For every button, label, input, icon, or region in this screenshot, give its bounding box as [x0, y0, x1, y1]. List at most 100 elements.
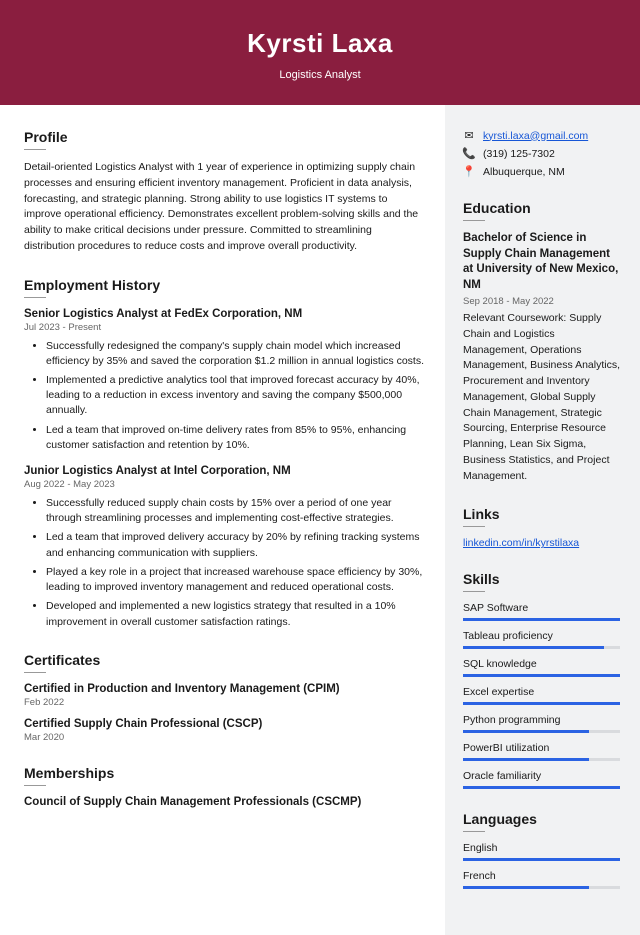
certificate-title: Certified in Production and Inventory Ma… [24, 683, 425, 695]
contact-email-row: ✉ kyrsti.laxa@gmail.com [463, 129, 620, 142]
skill-bar-fill [463, 702, 620, 705]
education-text: Relevant Coursework: Supply Chain and Lo… [463, 311, 620, 484]
language-bar-fill [463, 886, 589, 889]
links-heading: Links [463, 506, 620, 522]
person-title: Logistics Analyst [0, 69, 640, 81]
skill-bar [463, 618, 620, 621]
certificate-entry: Certified Supply Chain Professional (CSC… [24, 718, 425, 743]
resume-body: Profile Detail-oriented Logistics Analys… [0, 105, 640, 935]
bullet: Developed and implemented a new logistic… [46, 599, 425, 629]
skill-entry: Tableau proficiency [463, 630, 620, 649]
envelope-icon: ✉ [463, 129, 475, 142]
education-section: Education Bachelor of Science in Supply … [463, 200, 620, 484]
language-entry: French [463, 870, 620, 889]
contact-email-link[interactable]: kyrsti.laxa@gmail.com [483, 130, 588, 142]
phone-icon: 📞 [463, 147, 475, 160]
language-name: French [463, 870, 620, 882]
language-name: English [463, 842, 620, 854]
membership-entry: Council of Supply Chain Management Profe… [24, 796, 425, 808]
bullet: Led a team that improved on-time deliver… [46, 423, 425, 453]
sidebar-column: ✉ kyrsti.laxa@gmail.com 📞 (319) 125-7302… [445, 105, 640, 935]
skill-entry: SAP Software [463, 602, 620, 621]
linkedin-link[interactable]: linkedin.com/in/kyrstilaxa [463, 537, 579, 549]
bullet: Successfully redesigned the company's su… [46, 339, 425, 369]
skill-bar [463, 730, 620, 733]
certificate-date: Feb 2022 [24, 697, 425, 708]
skill-bar [463, 646, 620, 649]
section-rule [463, 591, 485, 592]
main-column: Profile Detail-oriented Logistics Analys… [0, 105, 445, 935]
language-bar [463, 858, 620, 861]
skill-entry: Python programming [463, 714, 620, 733]
job-bullets: Successfully redesigned the company's su… [24, 339, 425, 454]
skill-bar [463, 786, 620, 789]
profile-heading: Profile [24, 129, 425, 145]
bullet: Implemented a predictive analytics tool … [46, 373, 425, 419]
certificates-heading: Certificates [24, 652, 425, 668]
link-entry: linkedin.com/in/kyrstilaxa [463, 537, 620, 549]
language-bar-fill [463, 858, 620, 861]
bullet: Successfully reduced supply chain costs … [46, 496, 425, 526]
skill-name: SAP Software [463, 602, 620, 614]
education-heading: Education [463, 200, 620, 216]
section-rule [463, 220, 485, 221]
job-date: Aug 2022 - May 2023 [24, 479, 425, 490]
section-rule [24, 672, 46, 673]
job-entry: Junior Logistics Analyst at Intel Corpor… [24, 465, 425, 630]
skill-entry: Excel expertise [463, 686, 620, 705]
skill-entry: SQL knowledge [463, 658, 620, 677]
language-bar [463, 886, 620, 889]
skill-bar [463, 758, 620, 761]
profile-section: Profile Detail-oriented Logistics Analys… [24, 129, 425, 255]
skill-name: Tableau proficiency [463, 630, 620, 642]
job-bullets: Successfully reduced supply chain costs … [24, 496, 425, 630]
section-rule [24, 297, 46, 298]
education-date: Sep 2018 - May 2022 [463, 296, 620, 307]
skill-bar [463, 702, 620, 705]
section-rule [24, 149, 46, 150]
pin-icon: 📍 [463, 165, 475, 178]
skill-bar-fill [463, 786, 620, 789]
education-degree: Bachelor of Science in Supply Chain Mana… [463, 231, 620, 293]
job-entry: Senior Logistics Analyst at FedEx Corpor… [24, 308, 425, 454]
certificate-entry: Certified in Production and Inventory Ma… [24, 683, 425, 708]
skill-bar-fill [463, 758, 589, 761]
job-title: Junior Logistics Analyst at Intel Corpor… [24, 465, 425, 477]
skills-section: Skills SAP Software Tableau proficiency SQ… [463, 571, 620, 789]
contact-phone: (319) 125-7302 [483, 148, 555, 160]
skill-bar-fill [463, 730, 589, 733]
contact-section: ✉ kyrsti.laxa@gmail.com 📞 (319) 125-7302… [463, 129, 620, 178]
employment-section: Employment History Senior Logistics Anal… [24, 277, 425, 630]
languages-heading: Languages [463, 811, 620, 827]
certificate-title: Certified Supply Chain Professional (CSC… [24, 718, 425, 730]
memberships-section: Memberships Council of Supply Chain Mana… [24, 765, 425, 808]
skill-name: Excel expertise [463, 686, 620, 698]
memberships-heading: Memberships [24, 765, 425, 781]
section-rule [463, 831, 485, 832]
links-section: Links linkedin.com/in/kyrstilaxa [463, 506, 620, 549]
person-name: Kyrsti Laxa [0, 28, 640, 59]
skills-heading: Skills [463, 571, 620, 587]
bullet: Played a key role in a project that incr… [46, 565, 425, 595]
section-rule [24, 785, 46, 786]
skill-name: Oracle familiarity [463, 770, 620, 782]
skill-bar-fill [463, 646, 604, 649]
skill-bar [463, 674, 620, 677]
profile-text: Detail-oriented Logistics Analyst with 1… [24, 160, 425, 255]
skill-name: SQL knowledge [463, 658, 620, 670]
skill-name: PowerBI utilization [463, 742, 620, 754]
bullet: Led a team that improved delivery accura… [46, 530, 425, 560]
contact-location: Albuquerque, NM [483, 166, 565, 178]
skill-name: Python programming [463, 714, 620, 726]
job-title: Senior Logistics Analyst at FedEx Corpor… [24, 308, 425, 320]
skill-bar-fill [463, 674, 620, 677]
certificates-section: Certificates Certified in Production and… [24, 652, 425, 743]
section-rule [463, 526, 485, 527]
job-date: Jul 2023 - Present [24, 322, 425, 333]
languages-section: Languages English French [463, 811, 620, 889]
contact-location-row: 📍 Albuquerque, NM [463, 165, 620, 178]
skill-entry: PowerBI utilization [463, 742, 620, 761]
certificate-date: Mar 2020 [24, 732, 425, 743]
skill-entry: Oracle familiarity [463, 770, 620, 789]
employment-heading: Employment History [24, 277, 425, 293]
